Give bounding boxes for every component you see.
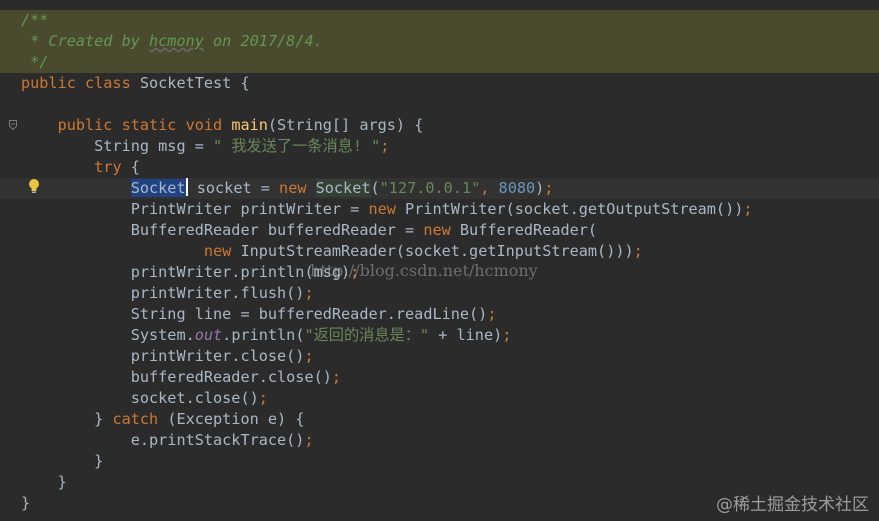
code-line[interactable]: } catch (Exception e) { [0, 409, 879, 430]
code-token: BufferedReader( [459, 221, 598, 239]
code-token: (Exception e) { [167, 410, 305, 428]
code-line[interactable]: try { [0, 157, 879, 178]
code-token: } [21, 494, 31, 512]
code-line[interactable] [0, 94, 879, 115]
code-token: new [203, 242, 241, 260]
code-token: socket = [187, 179, 280, 197]
code-token: out [194, 326, 223, 344]
code-line[interactable]: printWriter.flush(); [0, 283, 879, 304]
code-token: "127.0.0.1" [379, 179, 481, 197]
code-token: "返回的消息是：" [304, 326, 430, 344]
code-line[interactable]: /** [0, 10, 879, 31]
code-token: BufferedReader bufferedReader = [21, 221, 424, 239]
code-token: on 2017/8/4. [203, 32, 323, 50]
code-token: Socket [315, 179, 371, 197]
code-line[interactable]: BufferedReader bufferedReader = new Buff… [0, 220, 879, 241]
code-line[interactable]: public static void main(String[] args) { [0, 115, 879, 136]
code-token: String line = bufferedReader.readLine() [21, 305, 488, 323]
blog-watermark: http://blog.csdn.net/hcmony [310, 261, 538, 280]
code-token: printWriter.close() [21, 347, 305, 365]
code-token: ; [258, 389, 268, 407]
code-token: socket.close() [21, 389, 259, 407]
code-token: ; [331, 368, 342, 386]
code-token: System. [21, 326, 195, 344]
code-token: + line) [429, 326, 503, 344]
code-token: hcmony [149, 32, 204, 50]
code-line[interactable]: e.printStackTrace(); [0, 430, 879, 451]
lightbulb-icon[interactable] [27, 178, 41, 194]
code-token: PrintWriter printWriter = [21, 200, 369, 218]
code-line[interactable]: Socket socket = new Socket("127.0.0.1", … [0, 178, 879, 199]
code-token: */ [21, 53, 49, 71]
code-token: ; [502, 326, 512, 344]
code-token: ; [380, 137, 390, 155]
code-token: " 我发送了一条消息! " [213, 137, 381, 155]
code-token: ( [370, 179, 380, 197]
code-token: public static void [57, 116, 232, 134]
code-line[interactable]: * Created by hcmony on 2017/8/4. [0, 31, 879, 52]
code-token: catch [112, 410, 168, 428]
code-token: bufferedReader.close() [21, 368, 332, 386]
code-line[interactable]: printWriter.close(); [0, 346, 879, 367]
code-token: } [21, 473, 67, 491]
code-token: new [423, 221, 460, 239]
code-token: } [21, 410, 113, 428]
code-token: new [368, 200, 406, 218]
code-line[interactable]: bufferedReader.close(); [0, 367, 879, 388]
code-line[interactable]: String line = bufferedReader.readLine(); [0, 304, 879, 325]
code-token: ; [487, 305, 497, 323]
site-watermark: @稀土掘金技术社区 [716, 495, 869, 515]
code-line[interactable]: } [0, 451, 879, 472]
code-editor[interactable]: /** * Created by hcmony on 2017/8/4. */ p… [0, 0, 879, 521]
code-token: ; [304, 347, 314, 365]
code-token: { [130, 158, 140, 176]
code-token: ; [544, 179, 554, 197]
code-token: .println( [222, 326, 305, 344]
code-token: SocketTest { [139, 74, 250, 92]
code-token: public class [21, 74, 140, 92]
code-token: new [279, 179, 316, 197]
code-line[interactable]: socket.close(); [0, 388, 879, 409]
code-token: 8080 [498, 179, 536, 197]
code-line[interactable]: PrintWriter printWriter = new PrintWrite… [0, 199, 879, 220]
code-token: /** [21, 11, 49, 29]
code-token: } [21, 452, 104, 470]
code-line[interactable]: new InputStreamReader(socket.getInputStr… [0, 241, 879, 262]
code-line[interactable]: public class SocketTest { [0, 73, 879, 94]
code-token: ; [304, 431, 314, 449]
code-token: main [231, 116, 268, 134]
code-token: , [480, 179, 499, 197]
code-token: PrintWriter(socket.getOutputStream()) [405, 200, 744, 218]
code-token: (String[] args) { [267, 116, 424, 134]
code-token: printWriter.println(msg) [21, 263, 351, 281]
code-token: ; [743, 200, 753, 218]
code-token: ; [304, 284, 314, 302]
code-token: ) [535, 179, 545, 197]
code-line[interactable]: */ [0, 52, 879, 73]
code-token: String msg = [21, 137, 214, 155]
code-token: e.printStackTrace() [21, 431, 305, 449]
code-line[interactable]: String msg = " 我发送了一条消息! "; [0, 136, 879, 157]
code-token: try [94, 158, 131, 176]
code-token: Socket [130, 179, 186, 197]
code-token: ; [633, 242, 643, 260]
code-line[interactable]: System.out.println("返回的消息是：" + line); [0, 325, 879, 346]
code-token: printWriter.flush() [21, 284, 305, 302]
code-token: * Created by [21, 32, 150, 50]
code-token: InputStreamReader(socket.getInputStream(… [240, 242, 634, 260]
